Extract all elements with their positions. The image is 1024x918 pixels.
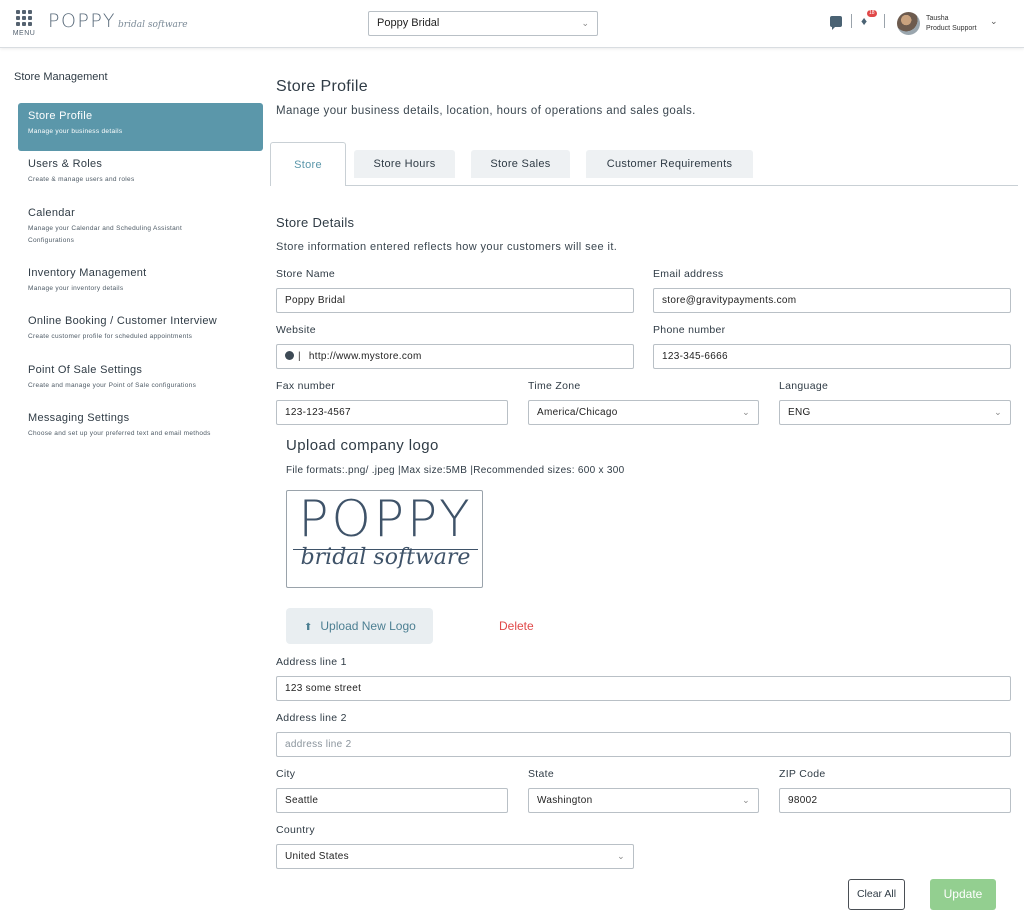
sidebar-item-desc: Create and manage your Point of Sale con… bbox=[28, 382, 197, 389]
timezone-label: Time Zone bbox=[528, 380, 581, 392]
chevron-down-icon[interactable]: ⌄ bbox=[990, 16, 998, 27]
sidebar-item-label: Store Profile bbox=[28, 110, 93, 122]
store-name-field[interactable]: Poppy Bridal bbox=[276, 288, 634, 313]
store-name-label: Store Name bbox=[276, 268, 336, 280]
zip-field[interactable]: 98002 bbox=[779, 788, 1011, 813]
sidebar-item-desc: Choose and set up your preferred text an… bbox=[28, 430, 211, 437]
website-value: http://www.mystore.com bbox=[308, 351, 422, 362]
tab-store-sales[interactable]: Store Sales bbox=[471, 150, 570, 178]
section-title: Store Details bbox=[276, 215, 355, 230]
upload-icon: ⬆ bbox=[304, 622, 313, 633]
address1-label: Address line 1 bbox=[276, 656, 347, 668]
top-bar: MENU POPPY bridal software Poppy Bridal … bbox=[0, 0, 1024, 48]
user-menu[interactable]: Tausha Product Support bbox=[926, 14, 977, 34]
sidebar-title: Store Management bbox=[14, 71, 108, 83]
sidebar-item-desc: Manage your inventory details bbox=[28, 285, 124, 292]
website-label: Website bbox=[276, 324, 316, 336]
clear-all-button[interactable]: Clear All bbox=[848, 879, 905, 910]
menu-button[interactable]: MENU bbox=[12, 10, 36, 37]
store-select-value: Poppy Bridal bbox=[377, 17, 440, 29]
section-subtitle: Store information entered reflects how y… bbox=[276, 241, 618, 253]
tab-customer-requirements[interactable]: Customer Requirements bbox=[586, 150, 753, 178]
sidebar-item-desc: Manage your Calendar and Scheduling Assi… bbox=[28, 225, 183, 244]
sidebar-item-point-of-sale[interactable]: Point Of Sale Settings Create and manage… bbox=[18, 357, 263, 399]
notification-badge: 18 bbox=[867, 10, 877, 17]
delete-logo-button[interactable]: Delete bbox=[499, 619, 534, 633]
tabs-divider bbox=[270, 185, 1018, 186]
sidebar-item-users-roles[interactable]: Users & Roles Create & manage users and … bbox=[18, 151, 263, 193]
phone-label: Phone number bbox=[653, 324, 726, 336]
page-subtitle: Manage your business details, location, … bbox=[276, 105, 696, 117]
menu-label: MENU bbox=[12, 30, 36, 37]
email-label: Email address bbox=[653, 268, 724, 280]
sidebar-item-messaging[interactable]: Messaging Settings Choose and set up you… bbox=[18, 405, 263, 447]
sidebar-item-desc: Manage your business details bbox=[28, 128, 123, 135]
address2-label: Address line 2 bbox=[276, 712, 347, 724]
sidebar-item-label: Messaging Settings bbox=[28, 412, 130, 424]
fax-label: Fax number bbox=[276, 380, 336, 392]
chevron-down-icon: ⌄ bbox=[742, 407, 750, 417]
sidebar-item-label: Point Of Sale Settings bbox=[28, 364, 143, 376]
sidebar-item-label: Online Booking / Customer Interview bbox=[28, 315, 218, 327]
country-select[interactable]: United States ⌄ bbox=[276, 844, 634, 869]
sidebar-item-online-booking[interactable]: Online Booking / Customer Interview Crea… bbox=[18, 308, 263, 350]
chevron-down-icon: ⌄ bbox=[617, 851, 625, 861]
language-value: ENG bbox=[788, 407, 811, 418]
address2-field[interactable]: address line 2 bbox=[276, 732, 1011, 757]
email-field[interactable]: store@gravitypayments.com bbox=[653, 288, 1011, 313]
sidebar-item-label: Users & Roles bbox=[28, 158, 103, 170]
chevron-down-icon: ⌄ bbox=[994, 407, 1002, 417]
avatar[interactable] bbox=[897, 12, 920, 35]
tab-store[interactable]: Store bbox=[270, 142, 346, 186]
zip-label: ZIP Code bbox=[779, 768, 826, 780]
state-value: Washington bbox=[537, 795, 593, 806]
chevron-down-icon: ⌄ bbox=[742, 795, 750, 805]
state-label: State bbox=[528, 768, 555, 780]
logo-preview-wordmark: POPPY bbox=[298, 490, 473, 548]
update-button[interactable]: Update bbox=[930, 879, 996, 910]
logo-preview-tagline: bridal software bbox=[300, 545, 471, 570]
sidebar-item-desc: Create & manage users and roles bbox=[28, 176, 135, 183]
sidebar-item-label: Calendar bbox=[28, 207, 76, 219]
bell-icon: ♦ bbox=[861, 14, 868, 28]
sidebar-item-desc: Create customer profile for scheduled ap… bbox=[28, 333, 193, 340]
website-field[interactable]: | http://www.mystore.com bbox=[276, 344, 634, 369]
timezone-value: America/Chicago bbox=[537, 407, 618, 418]
user-role: Product Support bbox=[926, 25, 977, 32]
divider bbox=[884, 14, 885, 28]
city-field[interactable]: Seattle bbox=[276, 788, 508, 813]
state-select[interactable]: Washington ⌄ bbox=[528, 788, 759, 813]
grid-menu-icon bbox=[16, 10, 32, 26]
language-select[interactable]: ENG ⌄ bbox=[779, 400, 1011, 425]
address1-field[interactable]: 123 some street bbox=[276, 676, 1011, 701]
store-select[interactable]: Poppy Bridal ⌄ bbox=[368, 11, 598, 36]
upload-logo-button[interactable]: ⬆ Upload New Logo bbox=[286, 608, 433, 644]
logo-section-title: Upload company logo bbox=[286, 437, 439, 454]
sidebar-item-label: Inventory Management bbox=[28, 267, 147, 279]
fax-field[interactable]: 123-123-4567 bbox=[276, 400, 508, 425]
tab-store-hours[interactable]: Store Hours bbox=[354, 150, 455, 178]
user-name: Tausha bbox=[926, 15, 949, 22]
notifications-button[interactable]: ♦ 18 bbox=[861, 10, 877, 28]
city-label: City bbox=[276, 768, 296, 780]
brand-tagline: bridal software bbox=[118, 20, 188, 30]
phone-field[interactable]: 123-345-6666 bbox=[653, 344, 1011, 369]
upload-logo-label: Upload New Logo bbox=[320, 619, 416, 633]
divider bbox=[851, 14, 852, 28]
logo-preview: POPPY bridal software bbox=[286, 490, 483, 588]
country-label: Country bbox=[276, 824, 315, 836]
brand-logo[interactable]: POPPY bridal software bbox=[48, 10, 188, 32]
chevron-down-icon: ⌄ bbox=[581, 18, 589, 28]
sidebar-item-inventory[interactable]: Inventory Management Manage your invento… bbox=[18, 260, 263, 302]
page-title: Store Profile bbox=[276, 78, 368, 95]
timezone-select[interactable]: America/Chicago ⌄ bbox=[528, 400, 759, 425]
country-value: United States bbox=[285, 851, 349, 862]
logo-formats-hint: File formats:.png/ .jpeg |Max size:5MB |… bbox=[286, 465, 625, 476]
globe-icon bbox=[285, 351, 294, 360]
language-label: Language bbox=[779, 380, 829, 392]
chat-icon[interactable] bbox=[830, 15, 842, 30]
sidebar-item-store-profile[interactable]: Store Profile Manage your business detai… bbox=[18, 103, 263, 151]
brand-name: POPPY bbox=[48, 10, 117, 32]
sidebar-item-calendar[interactable]: Calendar Manage your Calendar and Schedu… bbox=[18, 200, 233, 254]
